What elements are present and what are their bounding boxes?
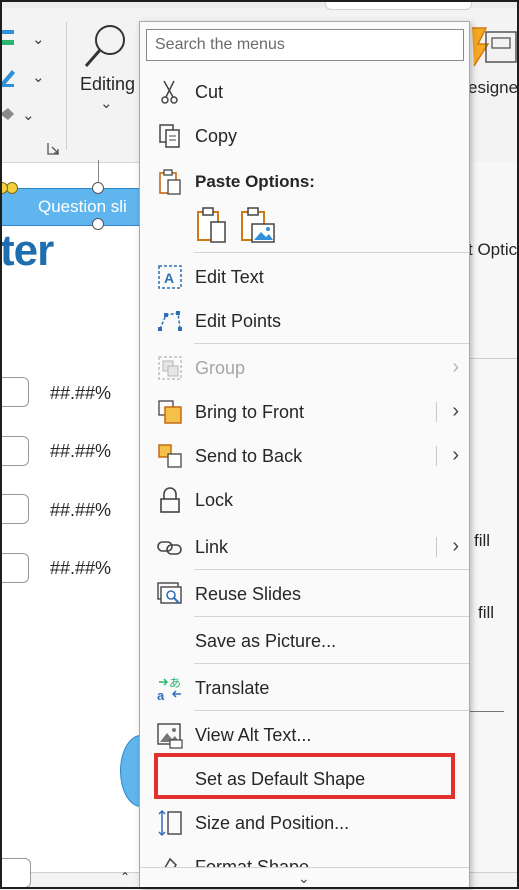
- reuse-slides-icon: [157, 582, 182, 604]
- menu-item-label: Size and Position...: [195, 813, 350, 833]
- menu-item-bring-to-front[interactable]: Bring to Front ›: [140, 390, 469, 434]
- menu-item-link[interactable]: Link ›: [140, 525, 469, 569]
- paste-keep-formatting-icon[interactable]: [196, 206, 228, 244]
- menu-separator: [194, 252, 469, 253]
- size-position-icon: [158, 809, 182, 837]
- pane-divider: [470, 358, 519, 359]
- resize-handle[interactable]: [92, 182, 104, 194]
- menu-item-label: Translate: [195, 678, 270, 698]
- menu-separator: [194, 663, 469, 664]
- submenu-divider: [436, 537, 437, 557]
- menu-item-label: Paste Options:: [195, 172, 315, 191]
- menu-item-edit-text[interactable]: A Edit Text: [140, 255, 469, 299]
- designer-button-label[interactable]: esigner: [468, 78, 519, 98]
- menu-item-label: Copy: [195, 126, 238, 146]
- edit-points-icon: [158, 311, 182, 331]
- designer-icon[interactable]: [470, 24, 519, 70]
- ribbon-tab-edge: [325, 0, 472, 10]
- link-icon: [157, 541, 182, 555]
- menu-item-label: Reuse Slides: [195, 584, 302, 604]
- submenu-divider: [436, 402, 437, 422]
- menu-item-label: Cut: [195, 82, 224, 102]
- menu-item-send-to-back[interactable]: Send to Back ›: [140, 434, 469, 478]
- menu-item-label: Format Shape...: [195, 857, 325, 867]
- paste-icon: [159, 169, 181, 195]
- menu-item-edit-points[interactable]: Edit Points: [140, 299, 469, 343]
- menu-separator: [194, 569, 469, 570]
- format-shape-icon: [164, 857, 177, 867]
- pane-line: [470, 711, 504, 712]
- chevron-up-icon[interactable]: ⌃: [120, 870, 130, 884]
- menu-item-copy[interactable]: Copy: [140, 114, 469, 158]
- menu-item-lock[interactable]: Lock: [140, 478, 469, 522]
- translate-icon: a あ: [157, 676, 181, 702]
- chevron-right-icon[interactable]: ›: [452, 400, 459, 423]
- highlight-box: [154, 753, 455, 799]
- search-icon[interactable]: [82, 22, 132, 72]
- svg-text:a: a: [157, 688, 165, 702]
- percent-box: [0, 858, 31, 888]
- menu-item-reuse-slides[interactable]: Reuse Slides: [140, 572, 469, 616]
- percent-value: ##.##%: [50, 383, 112, 403]
- menu-item-label: Send to Back: [195, 446, 303, 466]
- percent-box: [0, 436, 29, 466]
- chevron-down-icon[interactable]: ⌄: [32, 30, 45, 48]
- menu-item-size-and-position[interactable]: Size and Position...: [140, 801, 469, 845]
- fill-option-label[interactable]: fill: [474, 531, 490, 551]
- ribbon-divider: [66, 22, 67, 150]
- menu-separator: [194, 343, 469, 344]
- copy-icon: [159, 124, 180, 148]
- options-label[interactable]: t Optic: [468, 240, 517, 260]
- alt-text-icon: [157, 723, 183, 749]
- menu-item-label: Bring to Front: [195, 402, 305, 422]
- format-pane: [470, 162, 519, 872]
- chevron-down-icon[interactable]: ⌄: [100, 94, 113, 112]
- paste-as-picture-icon[interactable]: [240, 206, 276, 244]
- percent-value: ##.##%: [50, 500, 112, 520]
- menu-item-label: Edit Text: [195, 267, 264, 287]
- submenu-divider: [436, 446, 437, 466]
- menu-separator: [194, 710, 469, 711]
- dialog-launcher-icon[interactable]: [47, 142, 61, 156]
- scissors-icon: [161, 80, 178, 104]
- percent-value: ##.##%: [50, 558, 112, 578]
- group-icon: [158, 356, 182, 380]
- percent-value: ##.##%: [50, 441, 112, 461]
- editing-button-label[interactable]: Editing: [80, 74, 135, 95]
- menu-item-label: Edit Points: [195, 311, 282, 331]
- chevron-down-icon[interactable]: ⌄: [32, 68, 45, 86]
- svg-text:あ: あ: [169, 676, 181, 690]
- chevron-right-icon: ›: [452, 356, 459, 378]
- menu-item-label: Group: [195, 358, 246, 378]
- menu-search-input[interactable]: [146, 29, 464, 61]
- menu-item-paste-options: Paste Options:: [140, 160, 469, 204]
- svg-text:A: A: [164, 270, 174, 286]
- menu-item-label: Lock: [195, 490, 234, 510]
- percent-box: [0, 553, 29, 583]
- percent-box: [0, 494, 29, 524]
- resize-handle[interactable]: [92, 218, 104, 230]
- question-slide-text: Question sli: [38, 197, 127, 216]
- chevron-down-icon[interactable]: ⌄: [22, 106, 35, 124]
- menu-separator: [194, 616, 469, 617]
- slide-title-text: ter: [0, 226, 54, 275]
- menu-item-cut[interactable]: Cut: [140, 70, 469, 114]
- menu-item-save-as-picture[interactable]: Save as Picture...: [140, 619, 469, 663]
- menu-item-label: Save as Picture...: [195, 631, 337, 651]
- menu-item-label: View Alt Text...: [195, 725, 312, 745]
- percent-box: [0, 377, 29, 407]
- bring-to-front-icon: [158, 400, 182, 424]
- menu-item-group: Group ›: [140, 346, 469, 390]
- menu-item-label: Link: [195, 537, 229, 557]
- scroll-down-icon[interactable]: ⌄: [298, 870, 310, 887]
- send-to-back-icon: [158, 444, 182, 468]
- menu-item-translate[interactable]: a あ Translate: [140, 666, 469, 710]
- menu-item-view-alt-text[interactable]: View Alt Text...: [140, 713, 469, 757]
- edit-text-icon: A: [158, 265, 182, 289]
- chevron-right-icon[interactable]: ›: [452, 535, 459, 558]
- fill-option-label[interactable]: fill: [478, 603, 494, 623]
- lock-icon: [160, 487, 180, 513]
- menu-item-format-shape[interactable]: Format Shape...: [140, 845, 469, 867]
- chevron-right-icon[interactable]: ›: [452, 444, 459, 467]
